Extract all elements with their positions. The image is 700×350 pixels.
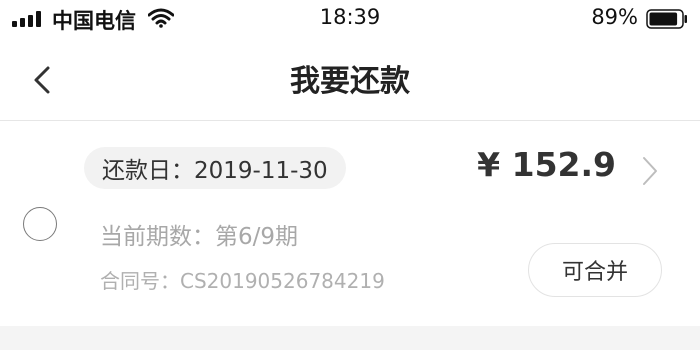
page-title: 我要还款 [290, 64, 410, 99]
select-radio[interactable] [23, 207, 57, 241]
detail-button[interactable] [640, 154, 660, 188]
section-divider [0, 326, 700, 350]
contract-number: 合同号：CS20190526784219 [100, 269, 385, 293]
repayment-item[interactable]: 还款日：2019-11-30 ¥ 152.9 当前期数：第6/9期 合同号：CS… [0, 121, 700, 326]
battery-icon [646, 9, 687, 29]
amount-value: ¥ 152.9 [477, 145, 616, 184]
period-label: 当前期数：第6/9期 [100, 224, 299, 250]
battery-percent: 89% [591, 5, 638, 29]
nav-bar: 我要还款 [0, 40, 700, 121]
due-date-badge: 还款日：2019-11-30 [84, 147, 346, 189]
status-bar: 中国电信 18:39 89% [0, 0, 700, 40]
merge-button[interactable]: 可合并 [528, 243, 662, 297]
chevron-right-icon [643, 157, 657, 185]
